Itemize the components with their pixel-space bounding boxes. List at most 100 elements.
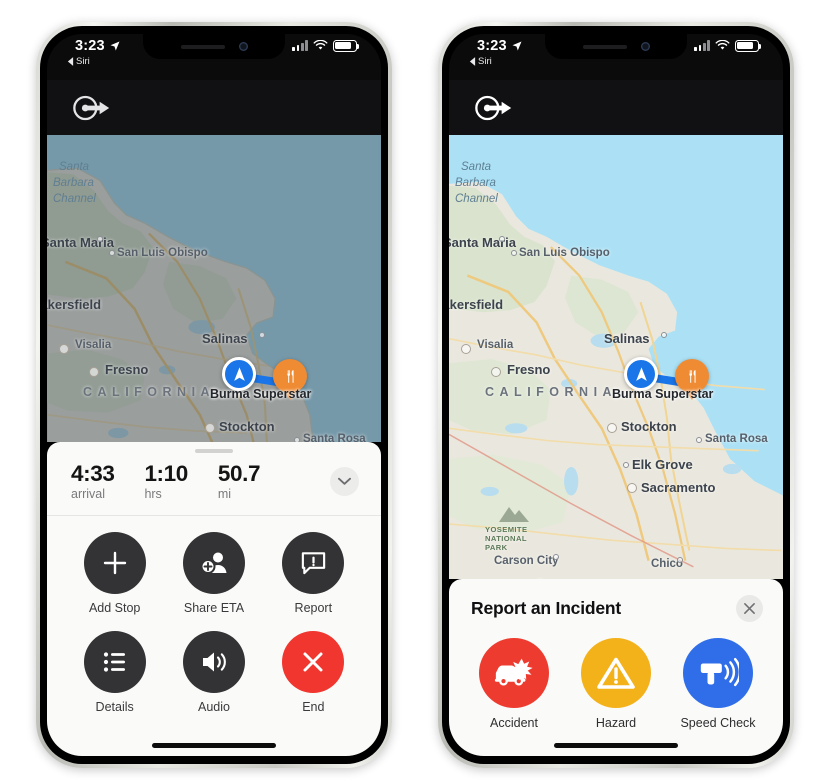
city-dot-carson-city bbox=[553, 554, 559, 560]
city-dot-santa-rosa bbox=[696, 437, 702, 443]
notch-right bbox=[545, 34, 687, 59]
location-arrow-icon bbox=[512, 41, 522, 51]
highway-dot-fresno bbox=[491, 367, 501, 377]
back-to-siri-button-left[interactable]: Siri bbox=[67, 56, 90, 67]
action-audio[interactable]: Audio bbox=[169, 631, 259, 714]
incident-option-speed-check[interactable]: Speed Check bbox=[667, 638, 769, 730]
warning-triangle-icon bbox=[597, 657, 635, 689]
incident-option-accident[interactable]: Accident bbox=[463, 638, 565, 730]
chevron-down-icon bbox=[338, 478, 351, 486]
map-label-sea-1: Santa bbox=[461, 161, 492, 173]
add-stop-label: Add Stop bbox=[88, 601, 141, 615]
back-to-siri-label: Siri bbox=[478, 56, 492, 67]
duration-unit: hrs bbox=[144, 487, 162, 501]
accident-button[interactable] bbox=[479, 638, 549, 708]
home-indicator-right[interactable] bbox=[554, 743, 678, 748]
distance-unit: mi bbox=[217, 487, 232, 501]
map-label-fresno: Fresno bbox=[105, 362, 149, 377]
person-add-icon bbox=[200, 552, 227, 574]
stat-distance: 50.7 mi bbox=[217, 462, 261, 501]
status-indicators-left bbox=[292, 40, 360, 52]
map-label-san-luis-obispo: San Luis Obispo bbox=[519, 247, 610, 259]
details-button[interactable] bbox=[83, 631, 146, 693]
phone-bezel-right: 3:23 Siri Santa Barbara Channel Santa Ma… bbox=[442, 26, 790, 764]
back-to-siri-button-right[interactable]: Siri bbox=[469, 56, 492, 67]
status-time-label: 3:23 bbox=[477, 38, 507, 54]
collapse-sheet-button[interactable] bbox=[330, 467, 359, 497]
end-label: End bbox=[302, 700, 325, 714]
city-dot-chico bbox=[677, 557, 683, 563]
action-report[interactable]: Report bbox=[268, 532, 358, 615]
user-location-puck-right bbox=[624, 357, 658, 391]
screen-right: 3:23 Siri Santa Barbara Channel Santa Ma… bbox=[449, 34, 783, 756]
phone-right: 3:23 Siri Santa Barbara Channel Santa Ma… bbox=[438, 22, 794, 768]
back-chevron-icon bbox=[469, 57, 476, 66]
front-camera-icon bbox=[238, 42, 248, 51]
map-left[interactable]: Santa Barbara Channel Santa Maria San Lu… bbox=[47, 135, 381, 442]
audio-button[interactable] bbox=[182, 631, 245, 693]
battery-icon bbox=[735, 40, 762, 52]
earpiece-speaker-icon bbox=[180, 44, 225, 49]
city-dot-salinas bbox=[661, 332, 667, 338]
back-to-siri-label: Siri bbox=[76, 56, 90, 67]
action-share-eta[interactable]: Share ETA bbox=[169, 532, 259, 615]
back-chevron-icon bbox=[67, 57, 74, 66]
highway-dot-stockton bbox=[607, 423, 617, 433]
destination-label-right: Burma Superstar bbox=[612, 387, 714, 401]
action-add-stop[interactable]: Add Stop bbox=[70, 532, 160, 615]
city-dot-santa-maria bbox=[97, 236, 103, 242]
city-dot-san-luis-obispo bbox=[511, 250, 517, 256]
navigation-sheet-left: 4:33 arrival 1:10 hrs 50.7 mi Add Stop S… bbox=[47, 441, 381, 756]
incident-close-button[interactable] bbox=[736, 595, 763, 622]
map-label-sea-2: Barbara bbox=[53, 177, 94, 189]
audio-label: Audio bbox=[197, 700, 230, 714]
hazard-label: Hazard bbox=[595, 716, 637, 730]
action-details[interactable]: Details bbox=[70, 631, 160, 714]
highway-dot-stockton bbox=[205, 423, 215, 433]
highway-dot-sacramento bbox=[627, 483, 637, 493]
list-icon bbox=[103, 652, 125, 672]
speed-check-button[interactable] bbox=[683, 638, 753, 708]
report-button[interactable] bbox=[282, 532, 345, 594]
exit-right-arrow-icon bbox=[475, 95, 512, 120]
destination-label-left: Burma Superstar bbox=[210, 387, 312, 401]
cellular-bars-icon bbox=[694, 40, 710, 52]
status-indicators-right bbox=[694, 40, 762, 52]
screen-left: 3:23 Siri Santa Barbara Channel Santa Ma… bbox=[47, 34, 381, 756]
details-label: Details bbox=[95, 700, 134, 714]
map-label-sea-3: Channel bbox=[53, 193, 96, 205]
maneuver-banner-right bbox=[449, 80, 783, 135]
map-label-visalia: Visalia bbox=[75, 339, 112, 351]
hazard-button[interactable] bbox=[581, 638, 651, 708]
map-right[interactable]: Santa Barbara Channel Santa Maria San Lu… bbox=[449, 135, 783, 579]
maneuver-banner-left bbox=[47, 80, 381, 135]
incident-option-hazard[interactable]: Hazard bbox=[565, 638, 667, 730]
map-label-san-luis-obispo: San Luis Obispo bbox=[117, 247, 208, 259]
home-indicator-left[interactable] bbox=[152, 743, 276, 748]
add-stop-button[interactable] bbox=[83, 532, 146, 594]
arrival-value: 4:33 bbox=[71, 461, 115, 487]
status-time-left: 3:23 bbox=[75, 38, 121, 54]
action-grid: Add Stop Share ETA Report Details Audio … bbox=[47, 516, 381, 714]
share-eta-button[interactable] bbox=[182, 532, 245, 594]
map-label-park-3: PARK bbox=[485, 543, 508, 552]
city-dot-san-luis-obispo bbox=[109, 250, 115, 256]
arrival-unit: arrival bbox=[71, 487, 106, 501]
battery-icon bbox=[333, 40, 360, 52]
exit-right-arrow-icon bbox=[73, 95, 110, 120]
action-end[interactable]: End bbox=[268, 631, 358, 714]
status-time-label: 3:23 bbox=[75, 38, 105, 54]
map-label-stockton: Stockton bbox=[621, 419, 677, 434]
restaurant-fork-knife-icon bbox=[286, 369, 294, 383]
end-navigation-button[interactable] bbox=[282, 631, 345, 693]
city-dot-salinas bbox=[259, 332, 265, 338]
stat-arrival: 4:33 arrival bbox=[71, 461, 115, 501]
speech-bubble-exclamation-icon bbox=[301, 552, 326, 575]
navigation-arrow-icon bbox=[635, 366, 647, 381]
map-label-bakersfield: Bakersfield bbox=[449, 297, 504, 312]
map-label-stockton: Stockton bbox=[219, 419, 275, 434]
share-eta-label: Share ETA bbox=[183, 601, 245, 615]
map-label-santa-rosa: Santa Rosa bbox=[303, 433, 366, 442]
map-label-state: CALIFORNIA bbox=[485, 385, 618, 399]
car-crash-icon bbox=[494, 658, 533, 686]
